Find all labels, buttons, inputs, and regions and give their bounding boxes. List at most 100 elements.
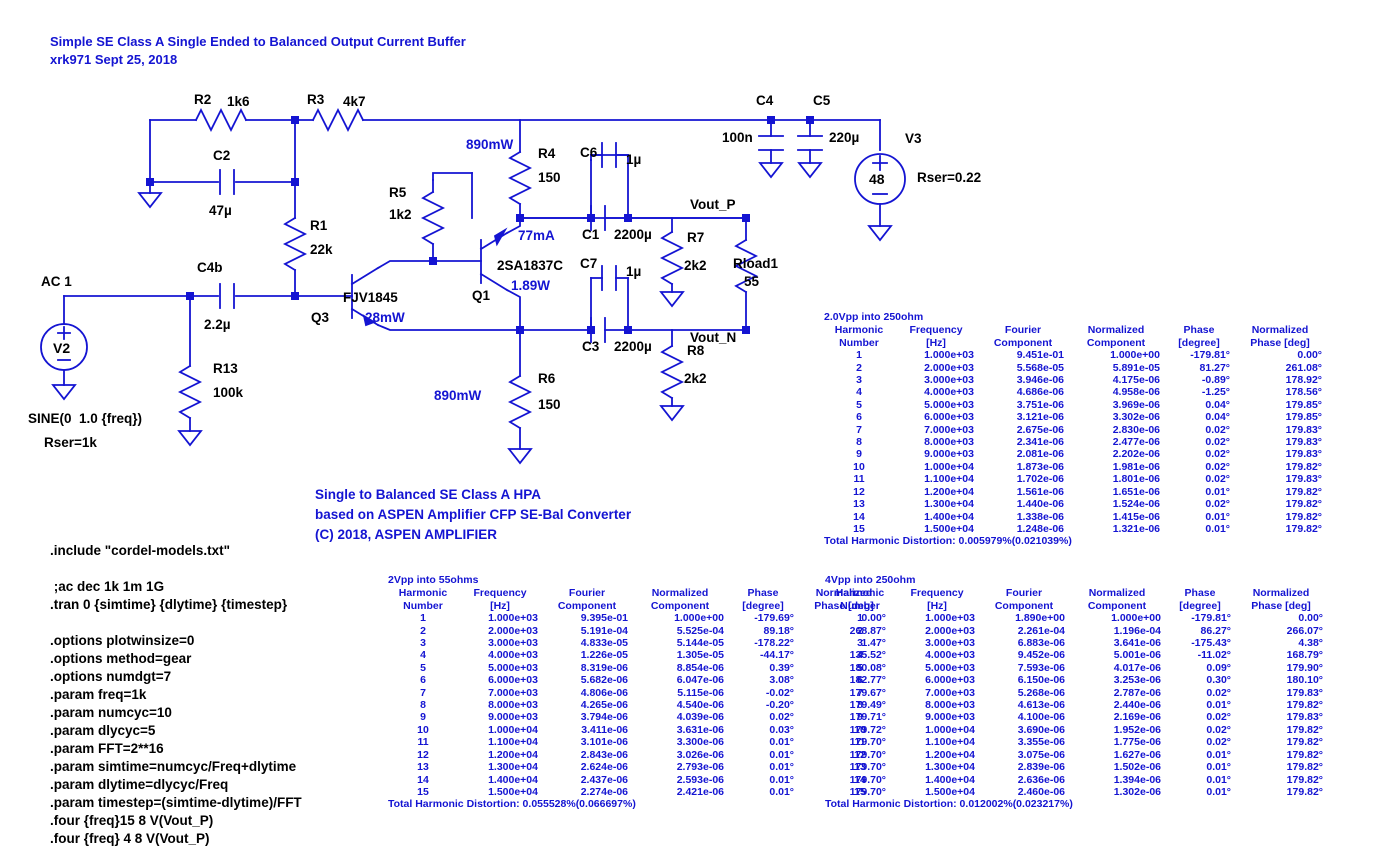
table-cell: 3.121e-06 — [1016, 411, 1064, 424]
table-row: 7 7.000e+03 4.806e-06 5.115e-06 -0.02° 179.67… — [388, 687, 890, 699]
table-cell: 6 — [420, 674, 426, 687]
label-C1-value: 2200µ — [614, 227, 652, 242]
table-row: 14 1.400e+04 2.437e-06 2.593e-06 0.01° 179.70… — [388, 774, 890, 786]
fourier-thd-0: Total Harmonic Distortion: 0.005979%(0.0… — [824, 535, 1072, 548]
table-cell: 3.253e-06 — [1113, 674, 1161, 687]
label-R6-value: 150 — [538, 397, 561, 412]
table-row: 11 1.100e+04 3.101e-06 3.300e-06 0.01° 179.70… — [388, 736, 890, 748]
table-cell: 3.101e-06 — [580, 736, 628, 749]
table-cell: 8 — [420, 699, 426, 712]
table-cell: 5.000e+03 — [488, 661, 538, 674]
table-cell: 4.38° — [1298, 637, 1323, 650]
table-cell: 1.200e+04 — [925, 748, 975, 761]
table-row: 15 1.500e+04 1.248e-06 1.321e-06 0.01° 179.82… — [824, 523, 1326, 535]
table-cell: 3 — [420, 637, 426, 650]
table-cell: 0.03° — [769, 723, 794, 736]
table-cell: 179.82° — [1286, 773, 1323, 786]
table-cell: 0.02° — [1206, 686, 1231, 699]
table-cell: 179.82° — [1286, 748, 1323, 761]
table-cell: 4.000e+03 — [925, 649, 975, 662]
table-cell: 179.82° — [1285, 498, 1322, 511]
table-cell: 2.341e-06 — [1016, 436, 1064, 449]
table-cell: 3.969e-06 — [1112, 398, 1160, 411]
label-V3-rser: Rser=0.22 — [917, 170, 982, 185]
table-cell: 9 — [857, 711, 863, 724]
table-cell: 3 — [857, 637, 863, 650]
table-cell: 3.631e-06 — [676, 723, 724, 736]
spice-directive-line: .param dlycyc=5 — [50, 723, 156, 738]
table-cell: 0.39° — [769, 661, 794, 674]
fourier-col-header: Normalized Component — [1086, 324, 1146, 349]
table-row: 4 4.000e+03 4.686e-06 4.958e-06 -1.25° 178.56… — [824, 386, 1326, 398]
table-cell: 8.000e+03 — [924, 436, 974, 449]
table-cell: 12 — [853, 485, 865, 498]
table-cell: 11 — [854, 736, 866, 749]
table-cell: 10 — [417, 723, 429, 736]
table-cell: 0.00° — [1298, 612, 1323, 625]
table-cell: -11.02° — [1197, 649, 1231, 662]
label-C5-value: 220µ — [829, 130, 860, 145]
table-cell: 179.82° — [1285, 485, 1322, 498]
table-row: 14 1.400e+04 2.636e-06 1.394e-06 0.01° 179.82… — [825, 774, 1327, 786]
table-cell: 179.85° — [1285, 411, 1322, 424]
fourier-grid-2: Harmonic Number Frequency [Hz] Fourier Com… — [825, 587, 1327, 798]
spice-directive-line: .options numdgt=7 — [50, 669, 172, 684]
label-V2-rser: Rser=1k — [44, 435, 97, 450]
fourier-body-1: 1 1.000e+03 9.395e-01 1.000e+00 -179.69° 0.00… — [388, 612, 890, 798]
table-cell: 0.09° — [1206, 661, 1231, 674]
table-cell: 9.395e-01 — [580, 612, 628, 625]
table-cell: 179.83° — [1285, 436, 1322, 449]
label-R5-value: 1k2 — [389, 207, 412, 222]
table-cell: 2 — [420, 624, 426, 637]
table-cell: 0.02° — [1206, 711, 1231, 724]
table-cell: 1.305e-05 — [676, 649, 724, 662]
table-cell: 1.400e+04 — [488, 773, 538, 786]
table-cell: 5.000e+03 — [925, 661, 975, 674]
table-cell: 0.02° — [769, 711, 794, 724]
table-cell: 1.300e+04 — [924, 498, 974, 511]
table-cell: 3.075e-06 — [1017, 748, 1065, 761]
table-cell: 2.000e+03 — [925, 624, 975, 637]
label-R2-ref: R2 — [194, 92, 212, 107]
table-cell: 2.081e-06 — [1016, 448, 1064, 461]
table-row: 14 1.400e+04 1.338e-06 1.415e-06 0.01° 179.82… — [824, 511, 1326, 523]
label-C1-ref: C1 — [582, 227, 600, 242]
table-cell: -44.17° — [760, 649, 794, 662]
table-cell: 178.92° — [1285, 374, 1322, 387]
table-cell: -0.20° — [765, 699, 794, 712]
label-V2-sine: SINE(0 1.0 {freq}) — [28, 411, 143, 426]
fourier-col-header: Normalized Phase [deg] — [1251, 587, 1311, 612]
table-cell: 0.01° — [1206, 761, 1231, 774]
table-cell: 5 — [857, 661, 863, 674]
table-cell: 1.200e+04 — [924, 485, 974, 498]
table-cell: 2.793e-06 — [676, 761, 724, 774]
fourier-col-header: Phase [degree] — [1178, 324, 1220, 349]
table-cell: 1.000e+03 — [925, 612, 975, 625]
table-cell: 0.01° — [1205, 510, 1230, 523]
label-R4-ref: R4 — [538, 146, 556, 161]
table-row: 3 3.000e+03 3.946e-06 4.175e-06 -0.89° 178.92… — [824, 374, 1326, 386]
table-cell: 81.27° — [1199, 361, 1230, 374]
table-cell: 1.801e-06 — [1112, 473, 1160, 486]
table-cell: -179.69° — [754, 612, 794, 625]
table-cell: 2.000e+03 — [488, 624, 538, 637]
table-cell: 7.000e+03 — [925, 686, 975, 699]
label-C7-value: 1µ — [626, 264, 642, 279]
label-R13-ref: R13 — [213, 361, 238, 376]
table-cell: 0.02° — [1205, 498, 1230, 511]
label-R3-value: 4k7 — [343, 94, 366, 109]
table-row: 5 5.000e+03 7.593e-06 4.017e-06 0.09° 179.90° — [825, 662, 1327, 674]
table-cell: 1.248e-06 — [1016, 522, 1064, 535]
label-C7-ref: C7 — [580, 256, 598, 271]
table-cell: 3.026e-06 — [676, 748, 724, 761]
table-cell: 0.01° — [769, 773, 794, 786]
spice-directive-line: .options method=gear — [50, 651, 192, 666]
table-cell: 15 — [417, 785, 429, 798]
table-cell: 1.200e+04 — [488, 748, 538, 761]
table-row: 1 1.000e+03 1.890e+00 1.000e+00 -179.81° 0.00… — [825, 612, 1327, 624]
table-row: 8 8.000e+03 4.265e-06 4.540e-06 -0.20° 179.49… — [388, 699, 890, 711]
spice-directive-line: .four {freq}15 8 V(Vout_P) — [50, 813, 214, 828]
spice-directive-line: .param numcyc=10 — [50, 705, 172, 720]
table-cell: -175.43° — [1191, 637, 1231, 650]
table-cell: 89.18° — [763, 624, 794, 637]
